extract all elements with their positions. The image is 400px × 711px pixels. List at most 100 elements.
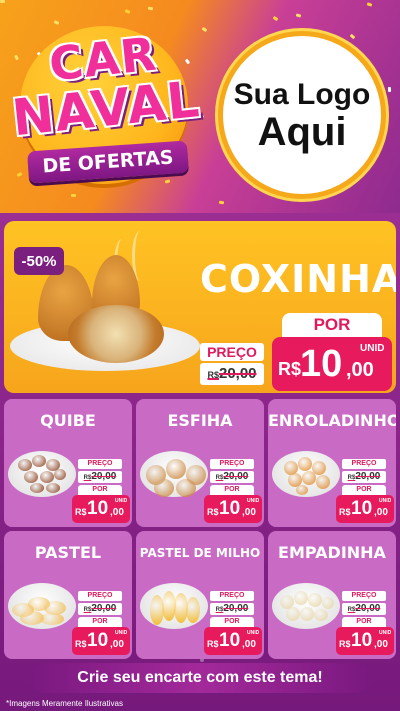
old-price-amount: 20,00 <box>355 471 381 482</box>
product-name: QUIBE <box>40 411 96 430</box>
old-price-amount: 20,00 <box>91 603 117 614</box>
old-price-value-box: R$20,00 <box>200 363 264 385</box>
old-price-label: PREÇO <box>342 591 386 601</box>
product-price-tag: PREÇO R$20,00 POR R$ 10 ,00 UNID <box>336 459 394 525</box>
old-price-value: R$20,00 <box>210 471 254 483</box>
coxinha-cut-image <box>68 305 164 363</box>
food-piece-image <box>296 485 308 495</box>
confetti-piece <box>201 26 208 33</box>
new-price-label: POR <box>78 617 122 627</box>
featured-product-name: COXINHA <box>200 257 396 301</box>
product-name: ESFIHA <box>167 411 233 430</box>
unit-label: UNID <box>360 343 385 354</box>
product-card-quibe[interactable]: QUIBE PREÇO R$20,00 POR R$ 10 ,00 UNID <box>4 399 132 527</box>
confetti-piece <box>0 0 5 3</box>
food-piece-image <box>298 457 312 471</box>
new-price-integer: 10 <box>87 630 109 651</box>
product-price-tag: PREÇO R$20,00 POR R$ 10 ,00 UNID <box>204 591 262 657</box>
unit-label: UNID <box>115 498 128 504</box>
new-price-decimal: ,00 <box>110 507 124 518</box>
badge-subtitle: DE OFERTAS <box>41 146 175 178</box>
discount-badge: -50% <box>14 247 64 275</box>
new-price-decimal: ,00 <box>110 639 124 650</box>
new-price-currency: R$ <box>339 507 351 517</box>
new-price-box: R$ 10 ,00 UNID <box>336 495 394 523</box>
new-price-decimal: ,00 <box>242 507 256 518</box>
new-price-currency: R$ <box>75 639 87 649</box>
product-card-pastel[interactable]: PASTEL PREÇO R$20,00 POR R$ 10 ,00 UNID <box>4 531 132 659</box>
featured-product-card[interactable]: -50% COXINHA PREÇO R$20,00 POR R$ 10 ,00… <box>4 221 396 393</box>
unit-label: UNID <box>247 630 260 636</box>
cta-banner[interactable]: Crie seu encarte com este tema! <box>30 663 370 693</box>
old-price-value: R$20,00 <box>342 603 386 615</box>
featured-price-tag: PREÇO R$20,00 POR R$ 10 ,00 UNID <box>200 313 392 393</box>
new-price-currency: R$ <box>75 507 87 517</box>
old-price-amount: 20,00 <box>355 603 381 614</box>
old-price-amount: 20,00 <box>91 471 117 482</box>
new-price-label: POR <box>210 485 254 495</box>
food-piece-image <box>166 459 186 479</box>
product-card-pastel-de-milho[interactable]: PASTEL DE MILHO PREÇO R$20,00 POR R$ 10 … <box>136 531 264 659</box>
product-name: ENROLADINHO <box>268 411 396 430</box>
logo-placeholder[interactable]: Sua Logo Aqui <box>218 31 386 199</box>
confetti-piece <box>349 33 356 40</box>
confetti-piece <box>124 9 131 14</box>
old-price-value: R$20,00 <box>342 471 386 483</box>
product-card-empadinha[interactable]: EMPADINHA PREÇO R$20,00 POR R$ 10 ,00 UN… <box>268 531 396 659</box>
new-price-label: POR <box>342 485 386 495</box>
food-piece-image <box>154 479 174 497</box>
new-price-decimal: ,00 <box>374 639 388 650</box>
product-price-tag: PREÇO R$20,00 POR R$ 10 ,00 UNID <box>204 459 262 525</box>
old-price-value: R$20,00 <box>207 365 256 382</box>
food-piece-image <box>186 597 200 623</box>
old-price-label: PREÇO <box>210 591 254 601</box>
food-piece-image <box>30 483 44 493</box>
food-piece-image <box>46 483 60 493</box>
new-price-box: R$ 10 ,00 UNID <box>204 495 262 523</box>
food-piece-image <box>314 609 328 621</box>
new-price-label: POR <box>342 617 386 627</box>
new-price-integer: 10 <box>351 498 373 519</box>
new-price-integer: 10 <box>87 498 109 519</box>
food-piece-image <box>24 471 38 483</box>
new-price-currency: R$ <box>207 639 219 649</box>
product-card-enroladinho[interactable]: ENROLADINHO PREÇO R$20,00 POR R$ 10 ,00 … <box>268 399 396 527</box>
product-name: EMPADINHA <box>278 543 386 562</box>
disclaimer-text: *Imagens Meramente Ilustrativas <box>6 699 123 708</box>
new-price-box: R$ 10 ,00 UNID <box>72 495 130 523</box>
food-piece-image <box>308 593 322 607</box>
product-price-tag: PREÇO R$20,00 POR R$ 10 ,00 UNID <box>72 459 130 525</box>
food-piece-image <box>286 607 300 621</box>
new-price-label: POR <box>282 313 382 337</box>
food-piece-image <box>176 479 196 497</box>
confetti-piece <box>272 15 279 22</box>
old-price-label: PREÇO <box>210 459 254 469</box>
old-price-value: R$20,00 <box>78 471 122 483</box>
food-piece-image <box>40 613 64 625</box>
product-card-esfiha[interactable]: ESFIHA PREÇO R$20,00 POR R$ 10 ,00 UNID <box>136 399 264 527</box>
new-price-integer: 10 <box>300 343 343 385</box>
new-price-integer: 10 <box>351 630 373 651</box>
food-piece-image <box>316 475 330 489</box>
old-price-amount: 20,00 <box>223 603 249 614</box>
confetti-piece <box>366 2 373 7</box>
offers-area: -50% COXINHA PREÇO R$20,00 POR R$ 10 ,00… <box>0 213 400 711</box>
header-banner: CAR NAVAL DE OFERTAS Sua Logo Aqui <box>0 0 400 213</box>
food-piece-image <box>54 469 66 480</box>
logo-text-line1: Sua Logo <box>233 77 371 111</box>
product-price-tag: PREÇO R$20,00 POR R$ 10 ,00 UNID <box>72 591 130 657</box>
new-price-integer: 10 <box>219 630 241 651</box>
new-price-box: R$ 10 ,00 UNID <box>272 337 392 391</box>
product-price-tag: PREÇO R$20,00 POR R$ 10 ,00 UNID <box>336 591 394 657</box>
product-name: PASTEL DE MILHO <box>139 546 261 560</box>
product-name: PASTEL <box>34 543 102 562</box>
old-price-label: PREÇO <box>200 343 264 361</box>
old-price-label: PREÇO <box>78 459 122 469</box>
cta-text: Crie seu encarte com este tema! <box>77 669 323 686</box>
new-price-decimal: ,00 <box>346 359 374 381</box>
new-price-box: R$ 10 ,00 UNID <box>204 627 262 655</box>
old-price-box: PREÇO R$20,00 <box>200 343 264 385</box>
new-price-currency: R$ <box>207 507 219 517</box>
carnival-badge: CAR NAVAL DE OFERTAS <box>9 18 203 188</box>
old-price-value: R$20,00 <box>78 603 122 615</box>
